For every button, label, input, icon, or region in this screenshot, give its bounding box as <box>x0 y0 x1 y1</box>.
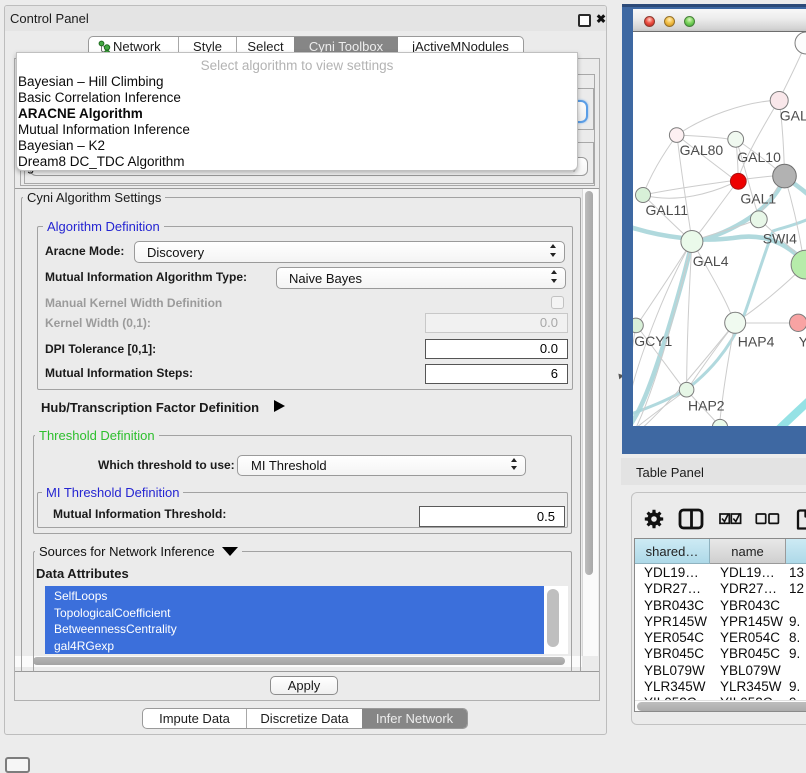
svg-text:GAL2: GAL2 <box>780 108 806 124</box>
svg-text:GAL11: GAL11 <box>646 202 689 218</box>
svg-text:GAL80: GAL80 <box>680 142 724 158</box>
svg-text:GAL4: GAL4 <box>693 253 729 269</box>
svg-text:HAP2: HAP2 <box>688 398 725 414</box>
svg-text:GAL10: GAL10 <box>737 149 781 165</box>
svg-text:Y: Y <box>799 333 806 349</box>
svg-text:GCY1: GCY1 <box>634 333 672 349</box>
svg-text:SWI4: SWI4 <box>763 231 797 247</box>
svg-text:GAL1: GAL1 <box>740 191 776 207</box>
svg-text:HAP4: HAP4 <box>738 333 775 349</box>
